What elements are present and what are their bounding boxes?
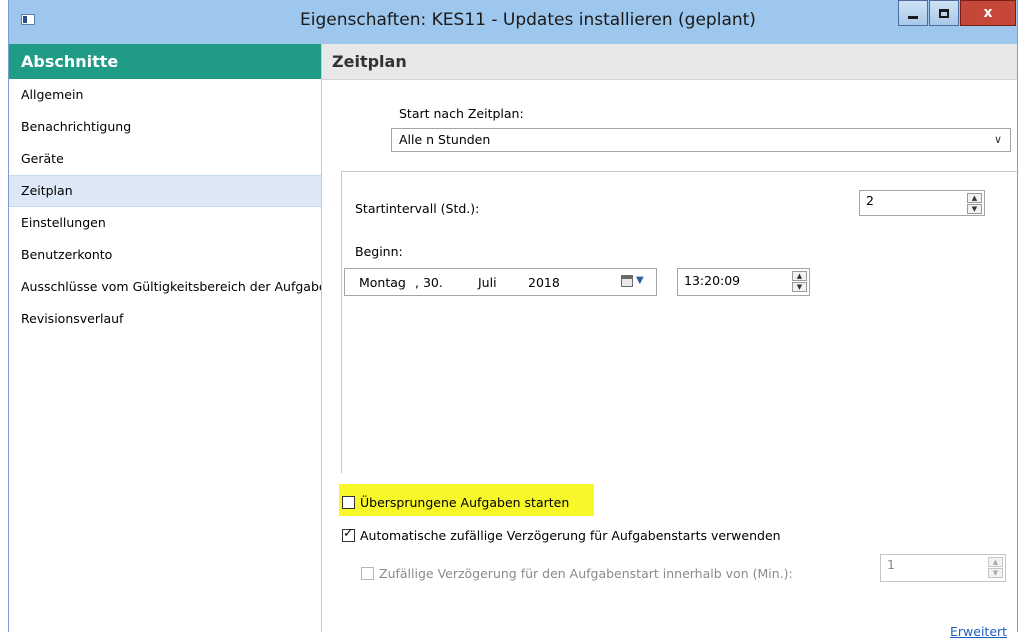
- close-button[interactable]: x: [960, 0, 1016, 26]
- stepper-up-icon[interactable]: ▲: [967, 193, 982, 203]
- auto-delay-checkbox-row[interactable]: ✓ Automatische zufällige Verzögerung für…: [342, 526, 781, 543]
- maximize-button[interactable]: [929, 0, 959, 26]
- schedule-select[interactable]: Alle n Stunden ∨: [391, 128, 1011, 152]
- panel-title: Zeitplan: [322, 44, 1017, 80]
- calendar-dropdown-icon[interactable]: ▼: [636, 275, 644, 286]
- title-bar[interactable]: Eigenschaften: KES11 - Updates installie…: [9, 0, 1017, 45]
- stepper-up-icon: ▲: [988, 557, 1003, 567]
- begin-label: Beginn:: [355, 244, 403, 259]
- sidebar-item-ausschluesse[interactable]: Ausschlüsse vom Gültigkeitsbereich der A…: [9, 271, 321, 303]
- interval-stepper[interactable]: 2 ▲ ▼: [859, 190, 985, 216]
- random-delay-checkbox: [361, 567, 374, 580]
- random-delay-value: 1: [887, 557, 895, 572]
- window-title: Eigenschaften: KES11 - Updates installie…: [300, 10, 756, 30]
- minimize-icon: [908, 15, 918, 19]
- sidebar-item-zeitplan[interactable]: Zeitplan: [9, 175, 321, 207]
- schedule-label: Start nach Zeitplan:: [399, 106, 524, 121]
- maximize-icon: [939, 8, 949, 18]
- properties-window: Eigenschaften: KES11 - Updates installie…: [8, 0, 1019, 639]
- time-stepper-arrows: ▲ ▼: [792, 271, 807, 292]
- random-delay-stepper-arrows: ▲ ▼: [988, 557, 1003, 578]
- sidebar-item-geraete[interactable]: Geräte: [9, 143, 321, 175]
- sidebar-item-benachrichtigung[interactable]: Benachrichtigung: [9, 111, 321, 143]
- sidebar-item-allgemein[interactable]: Allgemein: [9, 79, 321, 111]
- schedule-select-value: Alle n Stunden: [399, 132, 491, 147]
- stepper-down-icon[interactable]: ▼: [792, 282, 807, 292]
- chevron-down-icon: ∨: [993, 133, 1002, 146]
- date-weekday[interactable]: Montag: [359, 275, 406, 290]
- begin-date-picker[interactable]: Montag , 30. Juli 2018 ▼: [344, 268, 657, 296]
- skip-missed-checkbox[interactable]: [342, 496, 355, 509]
- sections-sidebar: Abschnitte Allgemein Benachrichtigung Ge…: [9, 44, 322, 632]
- auto-delay-checkbox[interactable]: ✓: [342, 526, 355, 542]
- date-day[interactable]: , 30.: [415, 275, 443, 290]
- interval-value: 2: [866, 193, 874, 208]
- sidebar-header: Abschnitte: [9, 44, 321, 79]
- random-delay-label: Zufällige Verzögerung für den Aufgabenst…: [379, 566, 793, 581]
- close-icon: x: [983, 5, 993, 21]
- sidebar-item-revisionsverlauf[interactable]: Revisionsverlauf: [9, 303, 321, 335]
- section-list: Allgemein Benachrichtigung Geräte Zeitpl…: [9, 79, 321, 335]
- stepper-down-icon: ▼: [988, 568, 1003, 578]
- begin-time-value: 13:20:09: [684, 273, 741, 288]
- interval-label: Startintervall (Std.):: [355, 201, 480, 216]
- sidebar-item-einstellungen[interactable]: Einstellungen: [9, 207, 321, 239]
- random-delay-stepper: 1 ▲ ▼: [880, 554, 1006, 582]
- minimize-button[interactable]: [898, 0, 928, 26]
- random-delay-checkbox-row: Zufällige Verzögerung für den Aufgabenst…: [361, 566, 793, 581]
- begin-time-stepper[interactable]: 13:20:09 ▲ ▼: [677, 268, 810, 296]
- stepper-up-icon[interactable]: ▲: [792, 271, 807, 281]
- date-month[interactable]: Juli: [478, 275, 497, 290]
- schedule-panel: Zeitplan Start nach Zeitplan: Alle n Stu…: [322, 44, 1019, 639]
- schedule-settings-group: [341, 171, 1019, 473]
- interval-stepper-arrows: ▲ ▼: [967, 193, 982, 214]
- skip-missed-checkbox-row[interactable]: Übersprungene Aufgaben starten: [342, 495, 569, 510]
- sidebar-item-benutzerkonto[interactable]: Benutzerkonto: [9, 239, 321, 271]
- skip-missed-label[interactable]: Übersprungene Aufgaben starten: [360, 495, 569, 510]
- auto-delay-label[interactable]: Automatische zufällige Verzögerung für A…: [360, 528, 781, 543]
- date-year[interactable]: 2018: [528, 275, 560, 290]
- calendar-icon[interactable]: [621, 275, 633, 287]
- stepper-down-icon[interactable]: ▼: [967, 204, 982, 214]
- checkmark-icon: ✓: [343, 526, 354, 541]
